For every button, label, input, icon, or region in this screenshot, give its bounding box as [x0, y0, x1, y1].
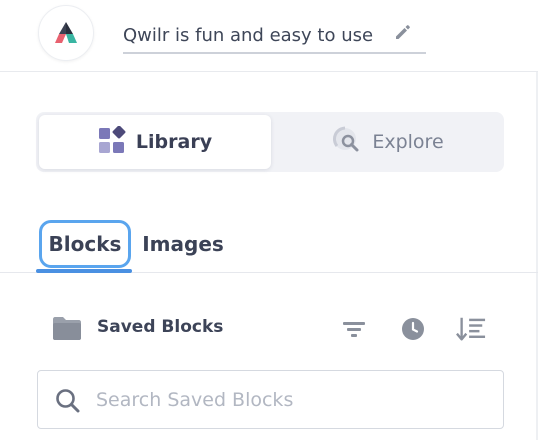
sort-icon[interactable] — [456, 314, 486, 344]
library-toggle-button[interactable]: Library — [39, 115, 271, 169]
tab-blocks[interactable]: Blocks — [39, 220, 131, 268]
library-explore-toggle: Library Explore — [36, 112, 504, 172]
explore-label: Explore — [372, 131, 444, 153]
library-panel: Qwilr is fun and easy to use Library Exp… — [0, 0, 538, 440]
search-icon — [55, 388, 81, 414]
header: Qwilr is fun and easy to use — [0, 0, 538, 72]
pencil-icon[interactable] — [392, 21, 414, 43]
library-label: Library — [135, 131, 213, 153]
folder-icon — [52, 315, 82, 341]
saved-blocks-header: Saved Blocks — [0, 306, 538, 350]
document-title: Qwilr is fun and easy to use — [123, 24, 374, 46]
document-title-field[interactable]: Qwilr is fun and easy to use — [123, 18, 426, 54]
active-tab-indicator — [36, 269, 132, 273]
saved-blocks-label: Saved Blocks — [97, 317, 224, 337]
search-box — [37, 370, 504, 429]
content-tabs: Blocks Images — [0, 210, 538, 273]
qwilr-logo-icon[interactable] — [38, 5, 94, 61]
search-input[interactable] — [96, 379, 491, 421]
blocks-grid-icon — [98, 125, 126, 158]
filter-icon[interactable] — [339, 314, 369, 344]
explore-toggle-button[interactable]: Explore — [272, 115, 504, 169]
explore-search-icon — [332, 126, 362, 158]
clock-icon[interactable] — [398, 314, 428, 344]
tab-images[interactable]: Images — [140, 220, 226, 268]
